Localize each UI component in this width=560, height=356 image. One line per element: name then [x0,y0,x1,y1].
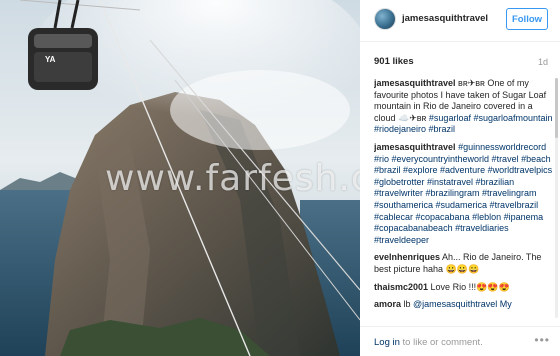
more-options-icon[interactable]: ••• [534,333,550,347]
comment-username[interactable]: jamesasquithtravel [374,142,456,152]
comments-list: jamesasquithtravel ʙʀ✈ʙʀ One of my favou… [374,78,556,318]
comment-item: thaismc2001 Love Rio !!!😍😍😍 [374,282,556,294]
comments-scrollbar-thumb[interactable] [555,78,558,138]
post-footer: Log in to like or comment. ••• [360,326,560,356]
post-photo[interactable]: YA www.farfesh.com [0,0,360,356]
post-age: 1d [537,57,548,67]
comment-item: amora lb @jamesasquithtravel My [374,299,556,311]
comment-hashtags[interactable]: #guinnessworldrecord #rio #everycountryi… [374,142,552,245]
author-username[interactable]: jamesasquithtravel [402,13,488,24]
comment-item: jamesasquithtravel ʙʀ✈ʙʀ One of my favou… [374,78,556,136]
login-link[interactable]: Log in [374,337,400,348]
follow-button[interactable]: Follow [506,8,548,30]
post-header: jamesasquithtravel Follow [360,0,560,42]
comment-text: lb [401,299,414,310]
login-prompt: Log in to like or comment. [374,337,483,348]
comment-username[interactable]: amora [374,299,401,309]
comment-item: jamesasquithtravel #guinnessworldrecord … [374,142,556,246]
post-sidebar: jamesasquithtravel Follow 901 likes 1d j… [360,0,560,356]
comment-username[interactable]: thaismc2001 [374,282,428,292]
comment-username[interactable]: jamesasquithtravel [374,78,456,88]
watermark: www.farfesh.com [105,158,360,199]
avatar[interactable] [374,8,396,30]
comment-item: evelnhenriques Ah... Rio de Janeiro. The… [374,252,556,275]
cable-car-logo: YA [45,55,56,64]
comment-text: Love Rio !!!😍😍😍 [428,281,510,292]
comment-username[interactable]: evelnhenriques [374,252,440,262]
likes-count[interactable]: 901 likes [374,56,414,67]
login-prompt-text: to like or comment. [399,337,483,348]
comment-mention[interactable]: @jamesasquithtravel My [413,299,512,309]
